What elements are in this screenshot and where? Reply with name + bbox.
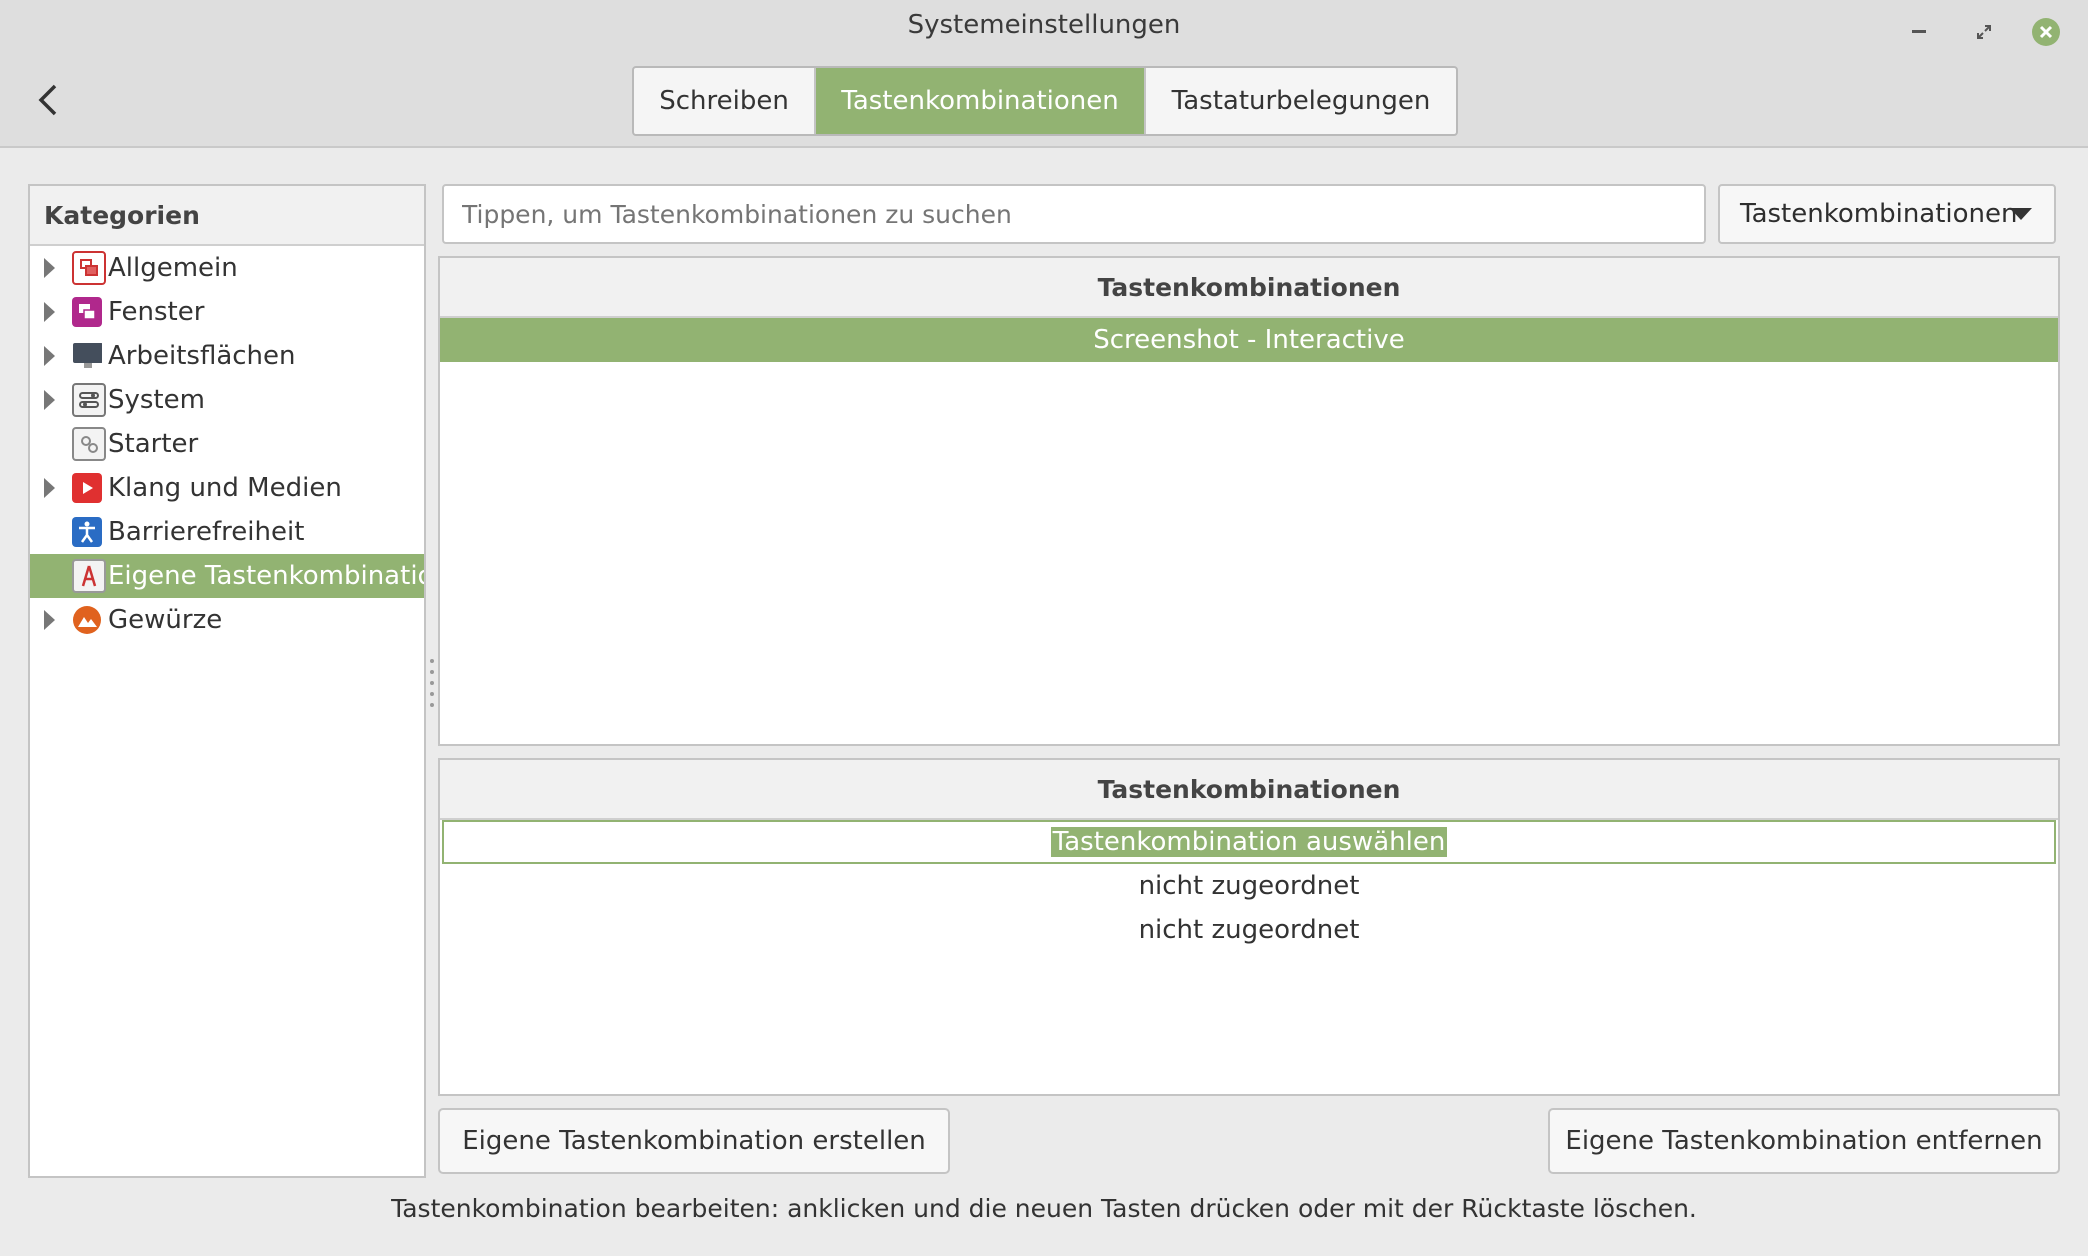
expand-arrow-icon[interactable] — [44, 346, 55, 366]
minimize-icon[interactable] — [1902, 14, 1938, 50]
sidebar-item-label: Eigene Tastenkombination — [108, 561, 424, 591]
tab-tastenkombinationen[interactable]: Tastenkombinationen — [816, 68, 1146, 134]
sidebar-item-allgemein[interactable]: Allgemein — [30, 246, 424, 290]
system-icon — [72, 383, 106, 417]
sidebar-item-label: Gewürze — [108, 605, 223, 635]
sidebar-item-eigene-tastenkombination[interactable]: Eigene Tastenkombination — [30, 554, 424, 598]
window-icon — [72, 297, 102, 327]
shortcuts-list: Tastenkombinationen Screenshot - Interac… — [438, 256, 2060, 746]
media-icon — [72, 473, 102, 503]
sidebar-item-label: Fenster — [108, 297, 205, 327]
shortcuts-list-header[interactable]: Tastenkombinationen — [440, 258, 2058, 318]
hint-text: Tastenkombination bearbeiten: anklicken … — [391, 1194, 1697, 1223]
window-title: Systemeinstellungen — [907, 10, 1181, 40]
sidebar-item-label: System — [108, 385, 205, 415]
sidebar-item-klang-und-medien[interactable]: Klang und Medien — [30, 466, 424, 510]
spices-icon — [72, 605, 102, 635]
binding-row[interactable]: Tastenkombination auswählen — [442, 820, 2056, 864]
list-item[interactable]: Screenshot - Interactive — [440, 318, 2058, 362]
bindings-list: Tastenkombinationen Tastenkombination au… — [438, 758, 2060, 1096]
workspace-icon — [72, 341, 102, 371]
category-sidebar: Kategorien Allgemein Fenster Arbeitsfläc… — [28, 184, 426, 1178]
tab-bar: Schreiben Tastenkombinationen Tastaturbe… — [632, 66, 1458, 136]
launcher-icon — [72, 427, 106, 461]
binding-value: Tastenkombination auswählen — [1050, 827, 1448, 857]
expand-arrow-icon[interactable] — [44, 478, 55, 498]
filter-dropdown[interactable]: Tastenkombinationen — [1718, 184, 2056, 244]
restore-icon[interactable] — [1966, 14, 2002, 50]
back-button[interactable] — [24, 72, 72, 128]
general-icon — [72, 251, 106, 285]
tab-tastaturbelegungen[interactable]: Tastaturbelegungen — [1146, 68, 1456, 134]
sidebar-item-starter[interactable]: Starter — [30, 422, 424, 466]
custom-shortcut-icon — [72, 559, 106, 593]
sidebar-item-label: Klang und Medien — [108, 473, 342, 503]
expand-arrow-icon[interactable] — [44, 610, 55, 630]
expand-arrow-icon[interactable] — [44, 390, 55, 410]
expand-arrow-icon[interactable] — [44, 258, 55, 278]
filter-dropdown-value: Tastenkombinationen — [1740, 199, 2018, 229]
expand-arrow-icon[interactable] — [44, 302, 55, 322]
add-custom-shortcut-button[interactable]: Eigene Tastenkombination erstellen — [438, 1108, 950, 1174]
bindings-list-header[interactable]: Tastenkombinationen — [440, 760, 2058, 820]
sidebar-item-label: Arbeitsflächen — [108, 341, 296, 371]
close-icon[interactable] — [2028, 14, 2064, 50]
caret-down-icon — [2010, 208, 2032, 220]
accessibility-icon — [72, 517, 102, 547]
sidebar-item-label: Allgemein — [108, 253, 238, 283]
binding-row[interactable]: nicht zugeordnet — [440, 864, 2058, 908]
sidebar-item-fenster[interactable]: Fenster — [30, 290, 424, 334]
pane-splitter-handle[interactable] — [428, 655, 436, 711]
sidebar-item-label: Starter — [108, 429, 199, 459]
binding-row[interactable]: nicht zugeordnet — [440, 908, 2058, 952]
chevron-left-icon — [38, 84, 57, 116]
sidebar-header: Kategorien — [30, 186, 424, 246]
sidebar-item-system[interactable]: System — [30, 378, 424, 422]
sidebar-item-gewuerze[interactable]: Gewürze — [30, 598, 424, 642]
search-input[interactable] — [442, 184, 1706, 244]
sidebar-item-label: Barrierefreiheit — [108, 517, 305, 547]
tab-schreiben[interactable]: Schreiben — [634, 68, 816, 134]
sidebar-item-arbeitsflaechen[interactable]: Arbeitsflächen — [30, 334, 424, 378]
sidebar-item-barrierefreiheit[interactable]: Barrierefreiheit — [30, 510, 424, 554]
remove-custom-shortcut-button[interactable]: Eigene Tastenkombination entfernen — [1548, 1108, 2060, 1174]
